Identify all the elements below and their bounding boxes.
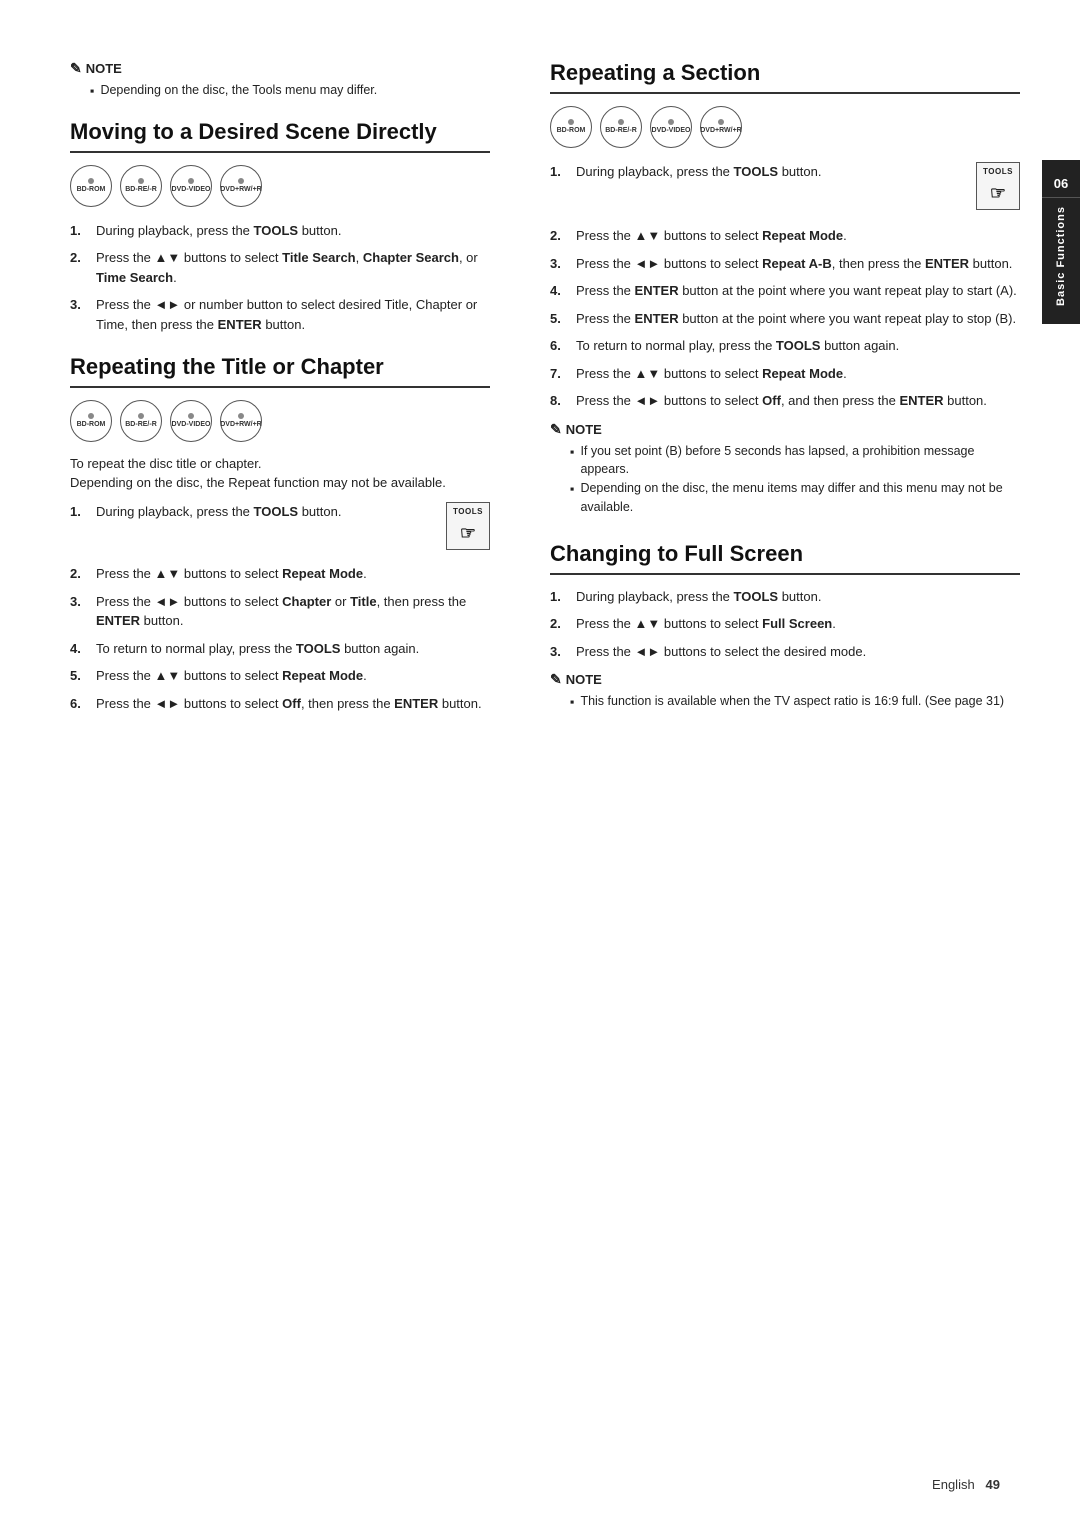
- section-repeat-title: Repeating the Title or Chapter BD-ROM BD…: [70, 354, 490, 713]
- repeat-title-step-6: Press the ◄► buttons to select Off, then…: [70, 694, 490, 714]
- repeat-title-step-4: To return to normal play, press the TOOL…: [70, 639, 490, 659]
- repeat-title-step-1: TOOLS ☞ During playback, press the TOOLS…: [70, 502, 490, 556]
- page-footer: English 49: [932, 1477, 1000, 1492]
- repeat-title-step-5: Press the ▲▼ buttons to select Repeat Mo…: [70, 666, 490, 686]
- moving-step-3: Press the ◄► or number button to select …: [70, 295, 490, 334]
- disc-bdrer: BD-RE/-R: [120, 165, 162, 207]
- repeating-section-title: Repeating a Section: [550, 60, 1020, 94]
- note-pencil-icon-3: ✎: [550, 671, 562, 688]
- disc-icons-repeating: BD-ROM BD-RE/-R DVD-VIDEO DVD+RW/+R: [550, 106, 1020, 148]
- tools-icon-repeat-title: TOOLS ☞: [446, 502, 490, 550]
- disc-icons-repeat: BD-ROM BD-RE/-R DVD-VIDEO DVD+RW/+R: [70, 400, 490, 442]
- repeat-title-heading: Repeating the Title or Chapter: [70, 354, 490, 388]
- disc-dvdrwpr: DVD+RW/+R: [220, 165, 262, 207]
- repeating-note-item-1: If you set point (B) before 5 seconds ha…: [570, 442, 1020, 480]
- moving-steps: During playback, press the TOOLS button.…: [70, 221, 490, 335]
- repeating-step-7: Press the ▲▼ buttons to select Repeat Mo…: [550, 364, 1020, 384]
- note-top-item-1: Depending on the disc, the Tools menu ma…: [90, 81, 490, 101]
- language-label: English: [932, 1477, 975, 1492]
- repeating-step-5: Press the ENTER button at the point wher…: [550, 309, 1020, 329]
- disc-bdrom: BD-ROM: [70, 165, 112, 207]
- page: ✎ NOTE Depending on the disc, the Tools …: [0, 0, 1080, 1532]
- moving-step-1: During playback, press the TOOLS button.: [70, 221, 490, 241]
- right-column: Repeating a Section BD-ROM BD-RE/-R DVD-…: [530, 60, 1020, 1472]
- fullscreen-title: Changing to Full Screen: [550, 541, 1020, 575]
- disc-icons-moving: BD-ROM BD-RE/-R DVD-VIDEO DVD+RW/+R: [70, 165, 490, 207]
- repeating-note-label: ✎ NOTE: [550, 421, 1020, 438]
- repeating-step-3: Press the ◄► buttons to select Repeat A-…: [550, 254, 1020, 274]
- chapter-side-tab: 06 Basic Functions: [1042, 160, 1080, 324]
- section-moving: Moving to a Desired Scene Directly BD-RO…: [70, 119, 490, 335]
- note-top: ✎ NOTE Depending on the disc, the Tools …: [70, 60, 490, 101]
- repeat-title-steps: TOOLS ☞ During playback, press the TOOLS…: [70, 502, 490, 713]
- fullscreen-step-3: Press the ◄► buttons to select the desir…: [550, 642, 1020, 662]
- repeating-steps: TOOLS ☞ During playback, press the TOOLS…: [550, 162, 1020, 411]
- left-column: ✎ NOTE Depending on the disc, the Tools …: [70, 60, 530, 1472]
- repeat-intro-2: Depending on the disc, the Repeat functi…: [70, 475, 490, 490]
- repeating-step-1: TOOLS ☞ During playback, press the TOOLS…: [550, 162, 1020, 218]
- repeating-note: ✎ NOTE If you set point (B) before 5 sec…: [550, 421, 1020, 517]
- tools-icon-repeating: TOOLS ☞: [976, 162, 1020, 210]
- page-number: 49: [986, 1477, 1000, 1492]
- fullscreen-note-label: ✎ NOTE: [550, 671, 1020, 688]
- repeat-intro-1: To repeat the disc title or chapter.: [70, 456, 490, 471]
- repeat-title-step-3: Press the ◄► buttons to select Chapter o…: [70, 592, 490, 631]
- chapter-number: 06: [1042, 170, 1080, 198]
- repeating-step-4: Press the ENTER button at the point wher…: [550, 281, 1020, 301]
- fullscreen-step-2: Press the ▲▼ buttons to select Full Scre…: [550, 614, 1020, 634]
- repeat-title-step-2: Press the ▲▼ buttons to select Repeat Mo…: [70, 564, 490, 584]
- moving-title: Moving to a Desired Scene Directly: [70, 119, 490, 153]
- fullscreen-note-item-1: This function is available when the TV a…: [570, 692, 1020, 712]
- repeating-step-6: To return to normal play, press the TOOL…: [550, 336, 1020, 356]
- fullscreen-note: ✎ NOTE This function is available when t…: [550, 671, 1020, 712]
- note-pencil-icon: ✎: [70, 60, 82, 77]
- fullscreen-steps: During playback, press the TOOLS button.…: [550, 587, 1020, 662]
- section-fullscreen: Changing to Full Screen During playback,…: [550, 541, 1020, 712]
- repeating-note-item-2: Depending on the disc, the menu items ma…: [570, 479, 1020, 517]
- note-top-label: ✎ NOTE: [70, 60, 490, 77]
- section-repeating: Repeating a Section BD-ROM BD-RE/-R DVD-…: [550, 60, 1020, 517]
- fullscreen-step-1: During playback, press the TOOLS button.: [550, 587, 1020, 607]
- repeating-step-2: Press the ▲▼ buttons to select Repeat Mo…: [550, 226, 1020, 246]
- repeating-step-8: Press the ◄► buttons to select Off, and …: [550, 391, 1020, 411]
- disc-dvdvideo: DVD-VIDEO: [170, 165, 212, 207]
- chapter-label: Basic Functions: [1055, 198, 1067, 314]
- moving-step-2: Press the ▲▼ buttons to select Title Sea…: [70, 248, 490, 287]
- note-pencil-icon-2: ✎: [550, 421, 562, 438]
